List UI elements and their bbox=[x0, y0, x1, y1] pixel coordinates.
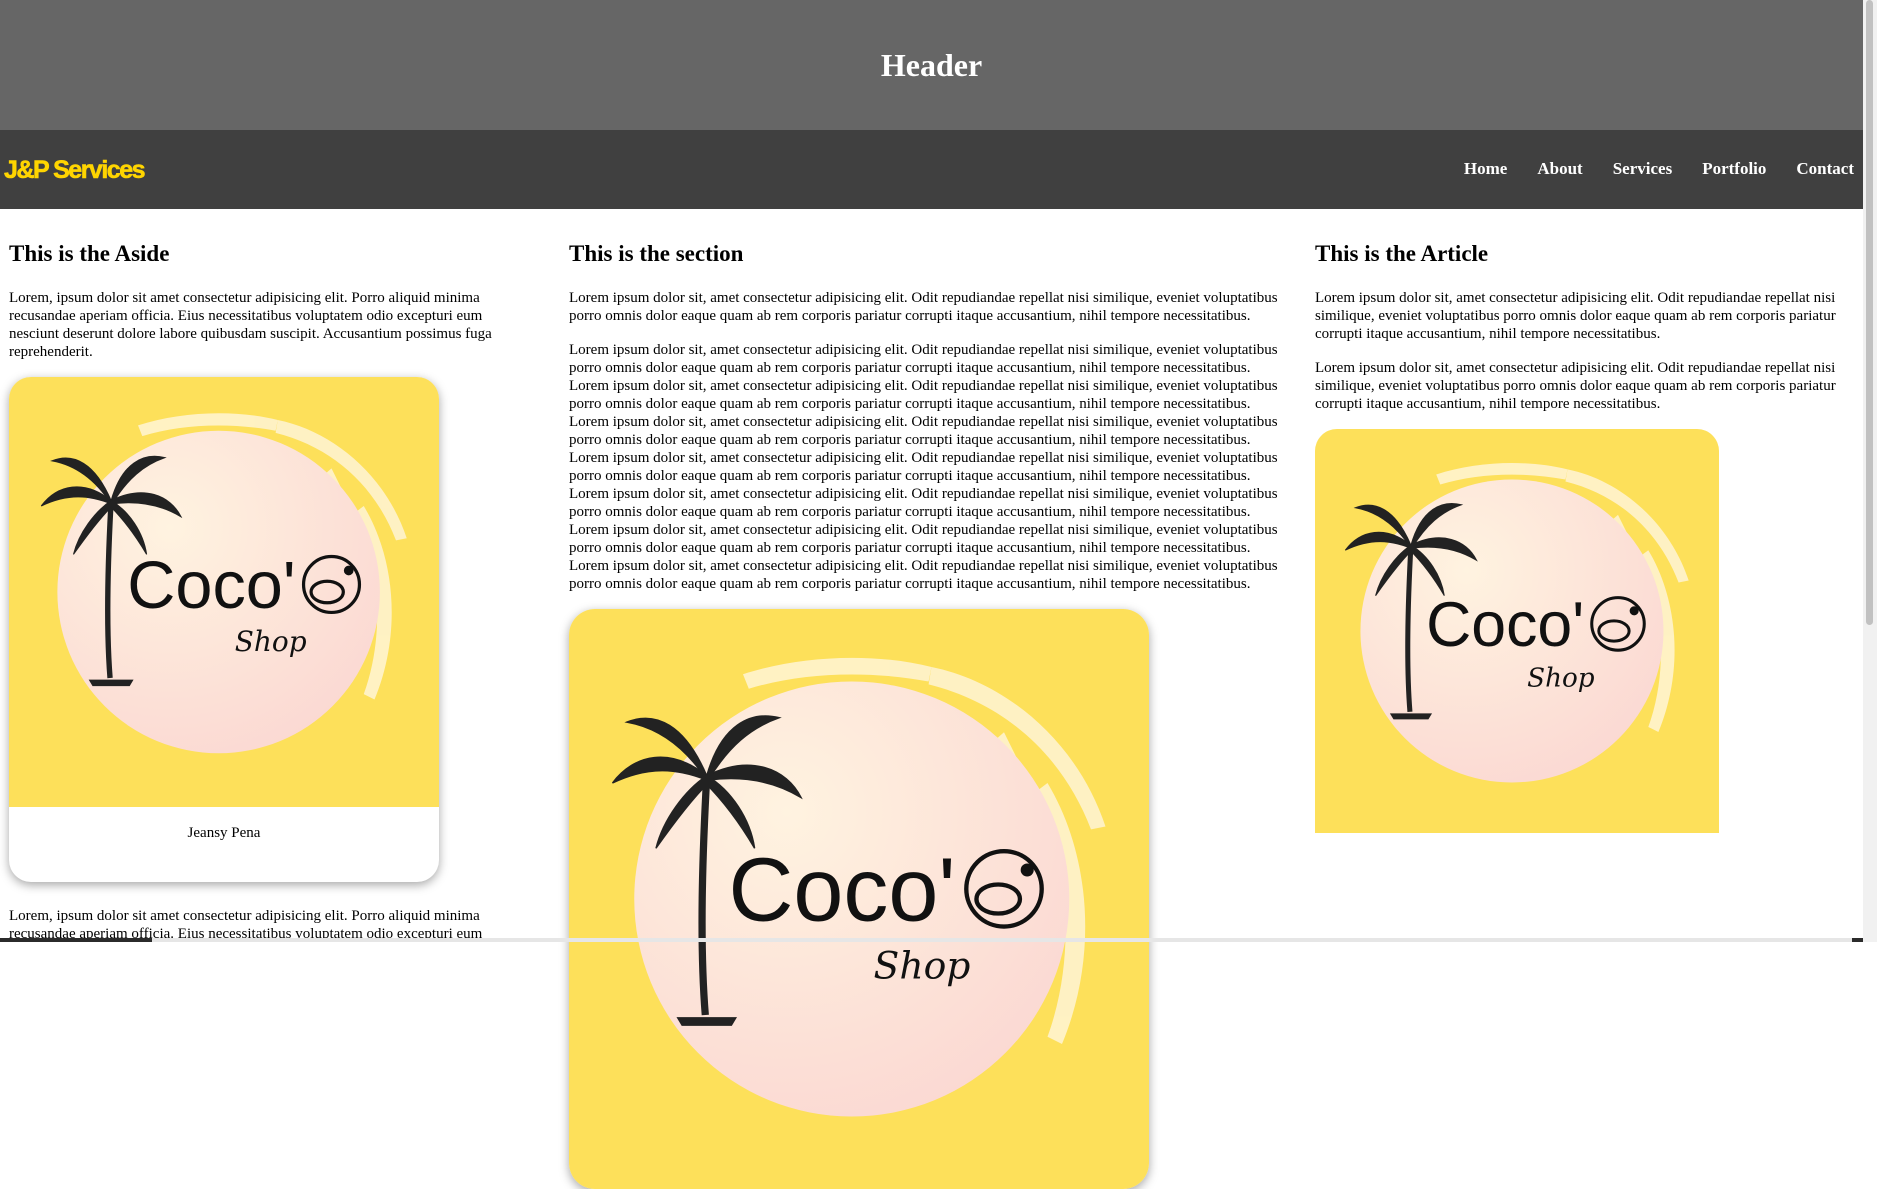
section-paragraph-2: Lorem ipsum dolor sit, amet consectetur … bbox=[569, 342, 1278, 592]
profile-card: Jeansy Pena bbox=[9, 377, 439, 882]
article-heading: This is the Article bbox=[1315, 241, 1489, 266]
card-name: Jeansy Pena bbox=[187, 825, 261, 841]
nav-link-services[interactable]: Services bbox=[1613, 159, 1672, 179]
vertical-scrollbar-thumb[interactable] bbox=[1866, 0, 1873, 625]
article-column: This is the Article Lorem ipsum dolor si… bbox=[1315, 209, 1850, 833]
article-logo-image bbox=[1315, 429, 1719, 833]
section-paragraph-1: Lorem ipsum dolor sit, amet consectetur … bbox=[569, 290, 1278, 324]
card-logo-image bbox=[9, 377, 439, 807]
nav-menu: Home About Services Portfolio Contact bbox=[1464, 159, 1854, 179]
horizontal-scrollbar[interactable] bbox=[0, 938, 1863, 942]
aside-intro-text: Lorem, ipsum dolor sit amet consectetur … bbox=[9, 290, 492, 360]
section-logo-image bbox=[569, 609, 1149, 1189]
article-paragraph-2: Lorem ipsum dolor sit, amet consectetur … bbox=[1315, 360, 1836, 412]
horizontal-scrollbar-thumb[interactable] bbox=[152, 938, 1852, 942]
brand-logo[interactable]: J&P Services bbox=[4, 156, 146, 185]
page-title: Header bbox=[880, 46, 983, 83]
article-paragraph-1: Lorem ipsum dolor sit, amet consectetur … bbox=[1315, 290, 1836, 342]
aside-column: This is the Aside Lorem, ipsum dolor sit… bbox=[9, 209, 529, 943]
aside-heading: This is the Aside bbox=[9, 241, 170, 266]
nav-link-home[interactable]: Home bbox=[1464, 159, 1507, 179]
section-heading: This is the section bbox=[569, 241, 744, 266]
nav-link-about[interactable]: About bbox=[1537, 159, 1582, 179]
nav-link-contact[interactable]: Contact bbox=[1796, 159, 1854, 179]
vertical-scrollbar[interactable] bbox=[1863, 0, 1877, 942]
section-column: This is the section Lorem ipsum dolor si… bbox=[569, 209, 1293, 1189]
nav-link-portfolio[interactable]: Portfolio bbox=[1702, 159, 1766, 179]
page-header: Header bbox=[0, 0, 1863, 130]
navbar: J&P Services Home About Services Portfol… bbox=[0, 130, 1863, 209]
